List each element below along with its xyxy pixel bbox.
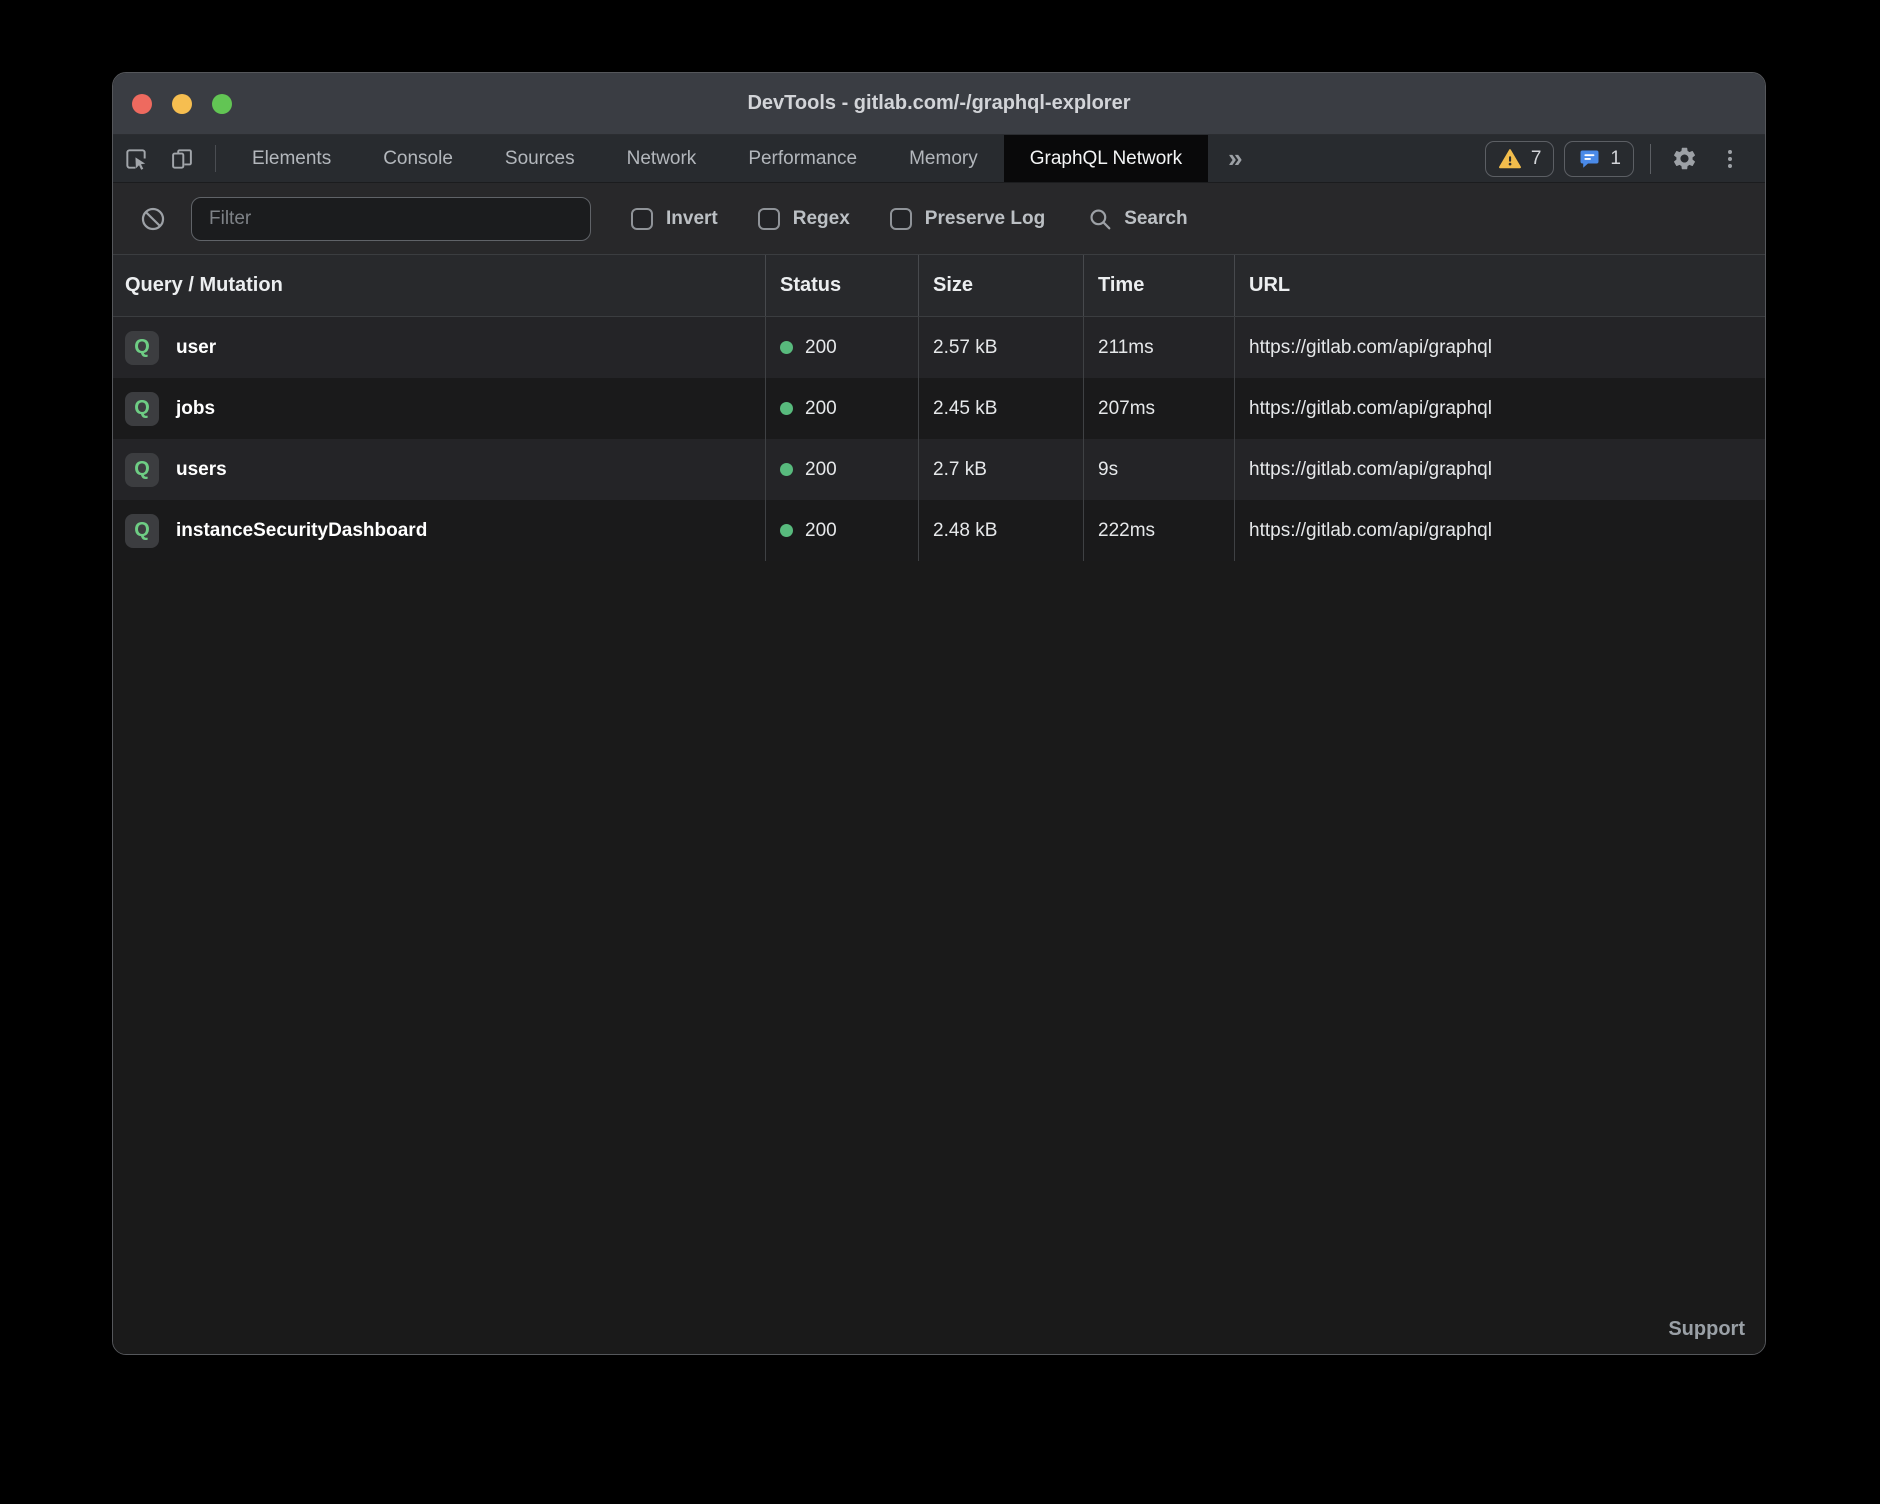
column-label: URL (1249, 274, 1290, 297)
kebab-menu-icon (1718, 147, 1742, 171)
invert-checkbox-label: Invert (666, 208, 718, 230)
block-icon (139, 205, 167, 233)
clear-filter-button[interactable] (133, 199, 173, 239)
preserve-log-checkbox[interactable] (890, 208, 912, 230)
query-name: jobs (176, 398, 215, 420)
tab-elements[interactable]: Elements (226, 135, 357, 182)
status-ok-dot (780, 402, 793, 415)
url-value: https://gitlab.com/api/graphql (1249, 398, 1492, 420)
tab-sources[interactable]: Sources (479, 135, 601, 182)
column-label: Query / Mutation (125, 274, 283, 297)
status-code: 200 (805, 337, 837, 359)
size-value: 2.57 kB (933, 337, 997, 359)
column-header-url[interactable]: URL (1234, 255, 1765, 316)
query-name: user (176, 337, 216, 359)
tab-label: Performance (748, 148, 857, 170)
search-label: Search (1124, 208, 1187, 230)
warnings-badge-button[interactable]: 7 (1485, 141, 1555, 177)
message-icon (1577, 147, 1601, 171)
title-bar: DevTools - gitlab.com/-/graphql-explorer (113, 73, 1765, 135)
time-value: 9s (1098, 459, 1118, 481)
column-header-query-mutation[interactable]: Query / Mutation (113, 255, 765, 316)
search-button[interactable]: Search (1087, 206, 1187, 232)
table-row[interactable]: Q instanceSecurityDashboard 200 2.48 kB … (113, 500, 1765, 561)
size-value: 2.45 kB (933, 398, 997, 420)
devtools-tab-bar: Elements Console Sources Network Perform… (113, 135, 1765, 183)
filter-toolbar: Invert Regex Preserve Log Search (113, 183, 1765, 255)
toolbar-separator (215, 145, 216, 172)
tab-performance[interactable]: Performance (722, 135, 883, 182)
preserve-log-checkbox-label: Preserve Log (925, 208, 1045, 230)
regex-checkbox-label: Regex (793, 208, 850, 230)
query-type-badge: Q (125, 392, 159, 426)
tab-console[interactable]: Console (357, 135, 479, 182)
table-header: Query / Mutation Status Size Time URL (113, 255, 1765, 317)
url-value: https://gitlab.com/api/graphql (1249, 337, 1492, 359)
inspect-element-button[interactable] (113, 135, 159, 182)
messages-badge-button[interactable]: 1 (1564, 141, 1634, 177)
table-row[interactable]: Q users 200 2.7 kB 9s https://gitlab.com… (113, 439, 1765, 500)
query-name: users (176, 459, 227, 481)
tab-label: Console (383, 148, 453, 170)
settings-button[interactable] (1661, 136, 1707, 182)
inspect-icon (123, 146, 149, 172)
warning-icon (1498, 147, 1522, 171)
size-value: 2.48 kB (933, 520, 997, 542)
status-code: 200 (805, 398, 837, 420)
regex-checkbox[interactable] (758, 208, 780, 230)
device-toolbar-icon (169, 146, 195, 172)
status-badges: 7 1 (1475, 135, 1753, 182)
time-value: 222ms (1098, 520, 1155, 542)
tab-memory[interactable]: Memory (883, 135, 1004, 182)
support-link[interactable]: Support (1668, 1318, 1745, 1341)
status-ok-dot (780, 463, 793, 476)
device-toolbar-button[interactable] (159, 135, 205, 182)
warning-count: 7 (1531, 148, 1542, 170)
window-title: DevTools - gitlab.com/-/graphql-explorer (113, 92, 1765, 115)
query-type-badge: Q (125, 453, 159, 487)
tab-graphql-network[interactable]: GraphQL Network (1004, 135, 1208, 182)
column-label: Time (1098, 274, 1144, 297)
column-label: Size (933, 274, 973, 297)
url-value: https://gitlab.com/api/graphql (1249, 520, 1492, 542)
message-count: 1 (1610, 148, 1621, 170)
column-label: Status (780, 274, 841, 297)
tab-label: GraphQL Network (1030, 148, 1182, 170)
devtools-window: DevTools - gitlab.com/-/graphql-explorer… (112, 72, 1766, 1355)
close-button[interactable] (132, 94, 152, 114)
zoom-button[interactable] (212, 94, 232, 114)
invert-checkbox[interactable] (631, 208, 653, 230)
table-row[interactable]: Q user 200 2.57 kB 211ms https://gitlab.… (113, 317, 1765, 378)
time-value: 207ms (1098, 398, 1155, 420)
table-empty-area: Support (113, 561, 1765, 1354)
url-value: https://gitlab.com/api/graphql (1249, 459, 1492, 481)
traffic-lights (132, 94, 232, 114)
query-name: instanceSecurityDashboard (176, 520, 427, 542)
query-type-badge: Q (125, 331, 159, 365)
minimize-button[interactable] (172, 94, 192, 114)
badge-separator (1650, 144, 1651, 174)
tab-label: Elements (252, 148, 331, 170)
tab-network[interactable]: Network (601, 135, 723, 182)
filter-input[interactable] (191, 197, 591, 241)
status-ok-dot (780, 524, 793, 537)
column-header-status[interactable]: Status (765, 255, 918, 316)
time-value: 211ms (1098, 337, 1154, 359)
search-icon (1087, 206, 1113, 232)
column-header-size[interactable]: Size (918, 255, 1083, 316)
tab-label: Sources (505, 148, 575, 170)
tab-label: Network (627, 148, 697, 170)
status-code: 200 (805, 459, 837, 481)
size-value: 2.7 kB (933, 459, 987, 481)
gear-icon (1671, 145, 1698, 172)
more-options-button[interactable] (1707, 136, 1753, 182)
column-header-time[interactable]: Time (1083, 255, 1234, 316)
status-code: 200 (805, 520, 837, 542)
tab-label: Memory (909, 148, 978, 170)
chevron-double-right-icon: » (1228, 143, 1242, 174)
more-tabs-button[interactable]: » (1208, 135, 1262, 182)
query-type-badge: Q (125, 514, 159, 548)
table-row[interactable]: Q jobs 200 2.45 kB 207ms https://gitlab.… (113, 378, 1765, 439)
status-ok-dot (780, 341, 793, 354)
